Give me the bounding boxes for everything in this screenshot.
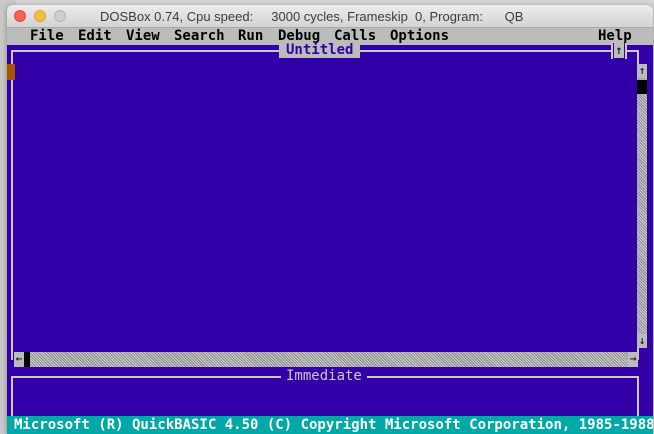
horizontal-scrollbar[interactable]: ← →: [14, 352, 638, 367]
horizontal-scroll-thumb[interactable]: [24, 352, 30, 367]
menu-file[interactable]: File: [30, 28, 64, 45]
minimize-traffic-light-icon[interactable]: [34, 10, 46, 22]
status-bar: Microsoft (R) QuickBASIC 4.50 (C) Copyri…: [7, 416, 653, 434]
dosbox-window: DOSBox 0.74, Cpu speed: 3000 cycles, Fra…: [7, 5, 653, 434]
menu-view[interactable]: View: [126, 28, 160, 45]
menu-run[interactable]: Run: [238, 28, 263, 45]
scroll-down-arrow-icon[interactable]: ↓: [637, 334, 647, 348]
vertical-scroll-thumb[interactable]: [637, 80, 647, 94]
close-traffic-light-icon[interactable]: [14, 10, 26, 22]
text-cursor: [7, 64, 15, 80]
scroll-left-arrow-icon[interactable]: ←: [14, 352, 24, 367]
scroll-right-arrow-icon[interactable]: →: [628, 352, 638, 367]
zoom-traffic-light-icon[interactable]: [54, 10, 66, 22]
window-titlebar[interactable]: DOSBox 0.74, Cpu speed: 3000 cycles, Fra…: [7, 5, 653, 28]
vertical-scrollbar[interactable]: ↑ ↓: [637, 64, 647, 348]
immediate-window-title: Immediate: [281, 368, 367, 384]
editor-window-frame: [11, 50, 639, 360]
editor-title[interactable]: Untitled: [279, 43, 361, 58]
dos-screen[interactable]: File Edit View Search Run Debug Calls Op…: [7, 28, 653, 434]
menu-edit[interactable]: Edit: [78, 28, 112, 45]
window-title: DOSBox 0.74, Cpu speed: 3000 cycles, Fra…: [100, 9, 524, 24]
menu-search[interactable]: Search: [174, 28, 225, 45]
menu-options[interactable]: Options: [390, 28, 449, 45]
maximize-arrow-glyph: ↑: [614, 43, 624, 58]
maximize-window-icon[interactable]: ↑: [611, 43, 627, 59]
scroll-up-arrow-icon[interactable]: ↑: [637, 64, 647, 78]
